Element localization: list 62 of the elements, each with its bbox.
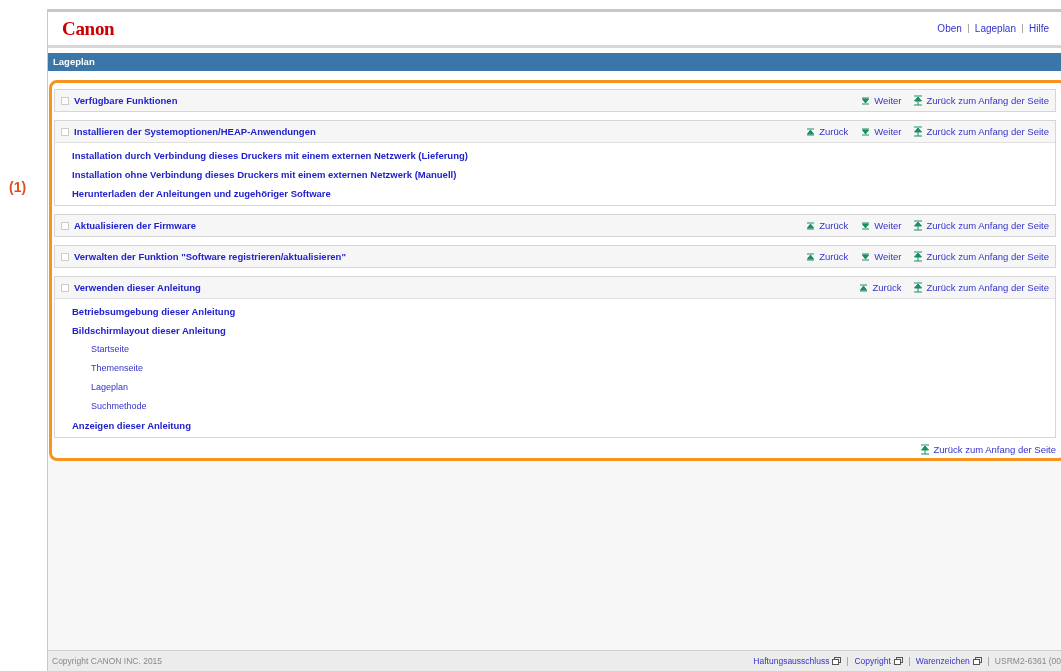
top-arrow-icon [914, 95, 923, 106]
footer-link[interactable]: Haftungsausschluss [753, 656, 842, 666]
nav-link[interactable]: Weiter [861, 220, 902, 231]
nav-link[interactable]: Weiter [861, 251, 902, 262]
nav-link[interactable]: Weiter [861, 95, 902, 106]
nav-link[interactable]: Weiter [861, 126, 902, 137]
nav-link[interactable]: Zurück [806, 220, 849, 231]
topic-link[interactable]: Installation durch Verbindung dieses Druckers mit einem externen Netzwerk (Lieferung) [72, 146, 1055, 165]
topic-link[interactable]: Anzeigen dieser Anleitung [72, 416, 1055, 435]
square-icon [61, 252, 69, 261]
section-title-link[interactable]: Verwalten der Funktion "Software registrieren/aktualisieren" [74, 251, 346, 262]
nav-link[interactable]: Zurück zum Anfang der Seite [914, 126, 1049, 137]
nav-link[interactable]: Zurück [859, 282, 902, 293]
header-link[interactable]: Lageplan [974, 23, 1016, 34]
up-arrow-icon [806, 127, 816, 136]
external-window-icon [832, 657, 842, 665]
section-title-link[interactable]: Installieren der Systemoptionen/HEAP-Anwendungen [74, 126, 316, 137]
nav-link[interactable]: Zurück zum Anfang der Seite [914, 282, 1049, 293]
subtopic-link[interactable]: Startseite [72, 340, 1055, 359]
header-link[interactable]: Oben [937, 23, 962, 34]
footer-link[interactable]: Warenzeichen [915, 656, 982, 666]
external-window-icon [893, 657, 903, 665]
callout-label: (1) [8, 179, 27, 195]
subtopic-link[interactable]: Suchmethode [72, 397, 1055, 416]
up-arrow-icon [806, 221, 816, 230]
topic-link[interactable]: Bildschirmlayout dieser Anleitung [72, 321, 1055, 340]
down-arrow-icon [861, 127, 871, 136]
section-title-link[interactable]: Verfügbare Funktionen [74, 95, 178, 106]
footer-link[interactable]: Copyright [854, 656, 903, 666]
topic-link[interactable]: Installation ohne Verbindung dieses Druckers mit einem externen Netzwerk (Manuell) [72, 165, 1055, 184]
top-arrow-icon [921, 444, 930, 455]
section-title-link[interactable]: Aktualisieren der Firmware [74, 220, 196, 231]
square-icon [61, 127, 69, 136]
up-arrow-icon [859, 283, 869, 292]
square-icon [61, 96, 69, 105]
subtopic-link[interactable]: Lageplan [72, 378, 1055, 397]
square-icon [61, 283, 69, 292]
top-arrow-icon [914, 251, 923, 262]
top-arrow-icon [914, 282, 923, 293]
topic-link[interactable]: Herunterladen der Anleitungen und zugehöriger Software [72, 184, 1055, 203]
topic-link[interactable]: Betriebsumgebung dieser Anleitung [72, 302, 1055, 321]
page-top-link[interactable]: Zurück zum Anfang der Seite [921, 444, 1056, 455]
nav-link[interactable]: Zurück [806, 251, 849, 262]
external-window-icon [972, 657, 982, 665]
up-arrow-icon [806, 252, 816, 261]
down-arrow-icon [861, 221, 871, 230]
nav-link[interactable]: Zurück zum Anfang der Seite [914, 95, 1049, 106]
down-arrow-icon [861, 96, 871, 105]
nav-link[interactable]: Zurück zum Anfang der Seite [914, 251, 1049, 262]
header-link[interactable]: Hilfe [1029, 23, 1049, 34]
subtopic-link[interactable]: Themenseite [72, 359, 1055, 378]
title-bar: Lageplan [48, 53, 1061, 71]
logo[interactable]: Canon [62, 17, 115, 40]
square-icon [61, 221, 69, 230]
section-title-link[interactable]: Verwenden dieser Anleitung [74, 282, 201, 293]
nav-link[interactable]: Zurück zum Anfang der Seite [914, 220, 1049, 231]
top-arrow-icon [914, 220, 923, 231]
copyright-text: Copyright CANON INC. 2015 [52, 656, 163, 666]
document-code: USRM2-6361 (00 [994, 656, 1061, 666]
nav-link[interactable]: Zurück [806, 126, 849, 137]
down-arrow-icon [861, 252, 871, 261]
top-arrow-icon [914, 126, 923, 137]
